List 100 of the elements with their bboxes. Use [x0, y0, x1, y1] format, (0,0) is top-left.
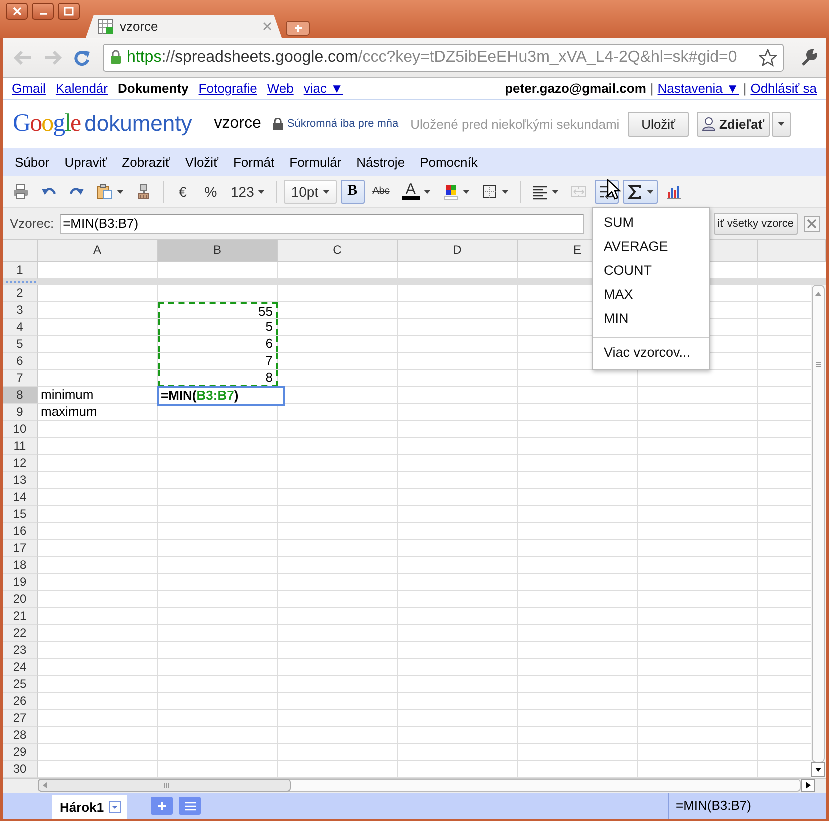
- row-header[interactable]: 17: [3, 540, 38, 557]
- nav-link[interactable]: Web: [267, 81, 294, 96]
- currency-button[interactable]: €: [171, 180, 195, 204]
- text-color-button[interactable]: A: [398, 180, 435, 204]
- maximize-button[interactable]: [58, 3, 80, 20]
- cell-editor[interactable]: =MIN(B3:B7): [157, 386, 285, 406]
- menu-item[interactable]: MIN: [593, 308, 709, 332]
- row-header[interactable]: 7: [3, 370, 38, 387]
- functions-button[interactable]: [622, 180, 658, 204]
- nav-link[interactable]: Fotografie: [198, 81, 258, 96]
- sheet-tab[interactable]: Hárok1: [52, 795, 128, 819]
- caret-icon: [462, 190, 470, 194]
- privacy-link[interactable]: Súkromná iba pre mňa: [287, 118, 399, 130]
- row-header[interactable]: 5: [3, 336, 38, 353]
- caret-icon: [424, 190, 431, 194]
- formula-field[interactable]: =MIN(B3:B7): [60, 214, 584, 234]
- table-cell: 5: [158, 319, 278, 335]
- menu-item[interactable]: Viac vzorcov...: [593, 342, 709, 366]
- formula-label: Vzorec:: [10, 216, 54, 231]
- sheet-list-button[interactable]: [179, 797, 202, 815]
- browser-tab[interactable]: vzorce: [86, 15, 282, 38]
- star-icon: [759, 48, 777, 66]
- menu-item[interactable]: Formát: [225, 154, 282, 170]
- account-email: peter.gazo@gmail.com: [505, 81, 646, 96]
- menu-item[interactable]: Formulár: [282, 154, 349, 170]
- menu-item[interactable]: Zobraziť: [114, 154, 178, 170]
- table-cell-text: maximum: [40, 404, 98, 420]
- show-formulas-button[interactable]: iť všetky vzorce: [714, 212, 798, 234]
- row-header[interactable]: 8: [3, 387, 38, 404]
- lock-icon: [110, 50, 122, 65]
- row-header[interactable]: 19: [3, 574, 38, 591]
- vertical-scrollbar[interactable]: [811, 285, 826, 778]
- row-header[interactable]: 16: [3, 523, 38, 540]
- row-header[interactable]: 6: [3, 353, 38, 370]
- menu-item[interactable]: Pomocník: [412, 154, 485, 170]
- table-cell-text: minimum: [40, 387, 95, 403]
- menu-item[interactable]: SUM: [593, 212, 709, 236]
- row-header[interactable]: 1: [3, 262, 38, 279]
- number-format-button[interactable]: 123: [227, 180, 270, 204]
- row-header[interactable]: 10: [3, 421, 38, 438]
- new-tab-button[interactable]: [286, 21, 310, 36]
- menu-item[interactable]: Súbor: [7, 154, 57, 170]
- row-header[interactable]: 24: [3, 659, 38, 676]
- row-header[interactable]: 30: [3, 761, 38, 778]
- row-header[interactable]: 9: [3, 404, 38, 421]
- row-header[interactable]: 27: [3, 710, 38, 727]
- reload-icon: [73, 48, 91, 66]
- row-header[interactable]: 23: [3, 642, 38, 659]
- nav-link[interactable]: Nastavenia ▼: [658, 81, 740, 96]
- close-button[interactable]: [804, 216, 820, 232]
- row-header[interactable]: 13: [3, 472, 38, 489]
- save-button[interactable]: Uložiť: [628, 112, 690, 136]
- share-menu-button[interactable]: [772, 112, 791, 136]
- nav-link[interactable]: Odhlásiť sa: [750, 81, 817, 96]
- row-header[interactable]: 22: [3, 625, 38, 642]
- row-header[interactable]: 15: [3, 506, 38, 523]
- strikethrough-button[interactable]: Abc: [368, 180, 394, 204]
- row-header[interactable]: 20: [3, 591, 38, 608]
- share-button[interactable]: Zdieľať: [697, 112, 770, 136]
- row-header[interactable]: 25: [3, 676, 38, 693]
- color-grid-icon: [442, 184, 459, 200]
- row-header[interactable]: 14: [3, 489, 38, 506]
- brush-icon: [136, 184, 152, 200]
- row-header[interactable]: 4: [3, 319, 38, 336]
- row-header[interactable]: 21: [3, 608, 38, 625]
- document-title[interactable]: vzorce: [214, 115, 262, 133]
- nav-link[interactable]: viac ▼: [304, 81, 344, 96]
- caret-icon: [117, 190, 124, 194]
- column-header[interactable]: B: [158, 240, 278, 261]
- menu-item[interactable]: Nástroje: [348, 154, 412, 170]
- back-arrow-icon: [13, 50, 33, 66]
- wrap-text-icon: [598, 184, 615, 200]
- row-header[interactable]: 3: [3, 302, 38, 319]
- add-sheet-button[interactable]: [151, 797, 174, 815]
- print-icon: [13, 184, 29, 200]
- row-header[interactable]: 28: [3, 727, 38, 744]
- menu-item[interactable]: Upraviť: [56, 154, 114, 170]
- nav-link[interactable]: Kalendár: [56, 81, 108, 96]
- font-size-button[interactable]: 10pt: [284, 180, 337, 204]
- close-button[interactable]: [6, 3, 28, 20]
- close-icon: [807, 218, 817, 228]
- row-header[interactable]: 2: [3, 285, 38, 302]
- menu-item[interactable]: COUNT: [593, 260, 709, 284]
- row-header[interactable]: 29: [3, 744, 38, 761]
- menu-item[interactable]: Vložiť: [177, 154, 226, 170]
- minimize-button[interactable]: [32, 3, 54, 20]
- percent-button[interactable]: %: [199, 180, 223, 204]
- caret-icon: [778, 122, 785, 126]
- cursor-icon: [607, 179, 621, 200]
- dropdown-icon: [109, 801, 122, 813]
- clipboard-icon: [97, 184, 113, 200]
- row-header[interactable]: 18: [3, 557, 38, 574]
- address-field[interactable]: https://spreadsheets.google.com/ccc?key=tDZ5ibEeEHu3m_xVA_L4-2Q&hl=sk#gid=0: [103, 44, 784, 72]
- status-text: =MIN(B3:B7): [668, 793, 826, 819]
- nav-link[interactable]: Gmail: [12, 81, 46, 96]
- bold-button[interactable]: B: [340, 180, 365, 204]
- row-header[interactable]: 12: [3, 455, 38, 472]
- row-header[interactable]: 11: [3, 438, 38, 455]
- row-header[interactable]: 26: [3, 693, 38, 710]
- menu-item[interactable]: MAX: [593, 284, 709, 308]
